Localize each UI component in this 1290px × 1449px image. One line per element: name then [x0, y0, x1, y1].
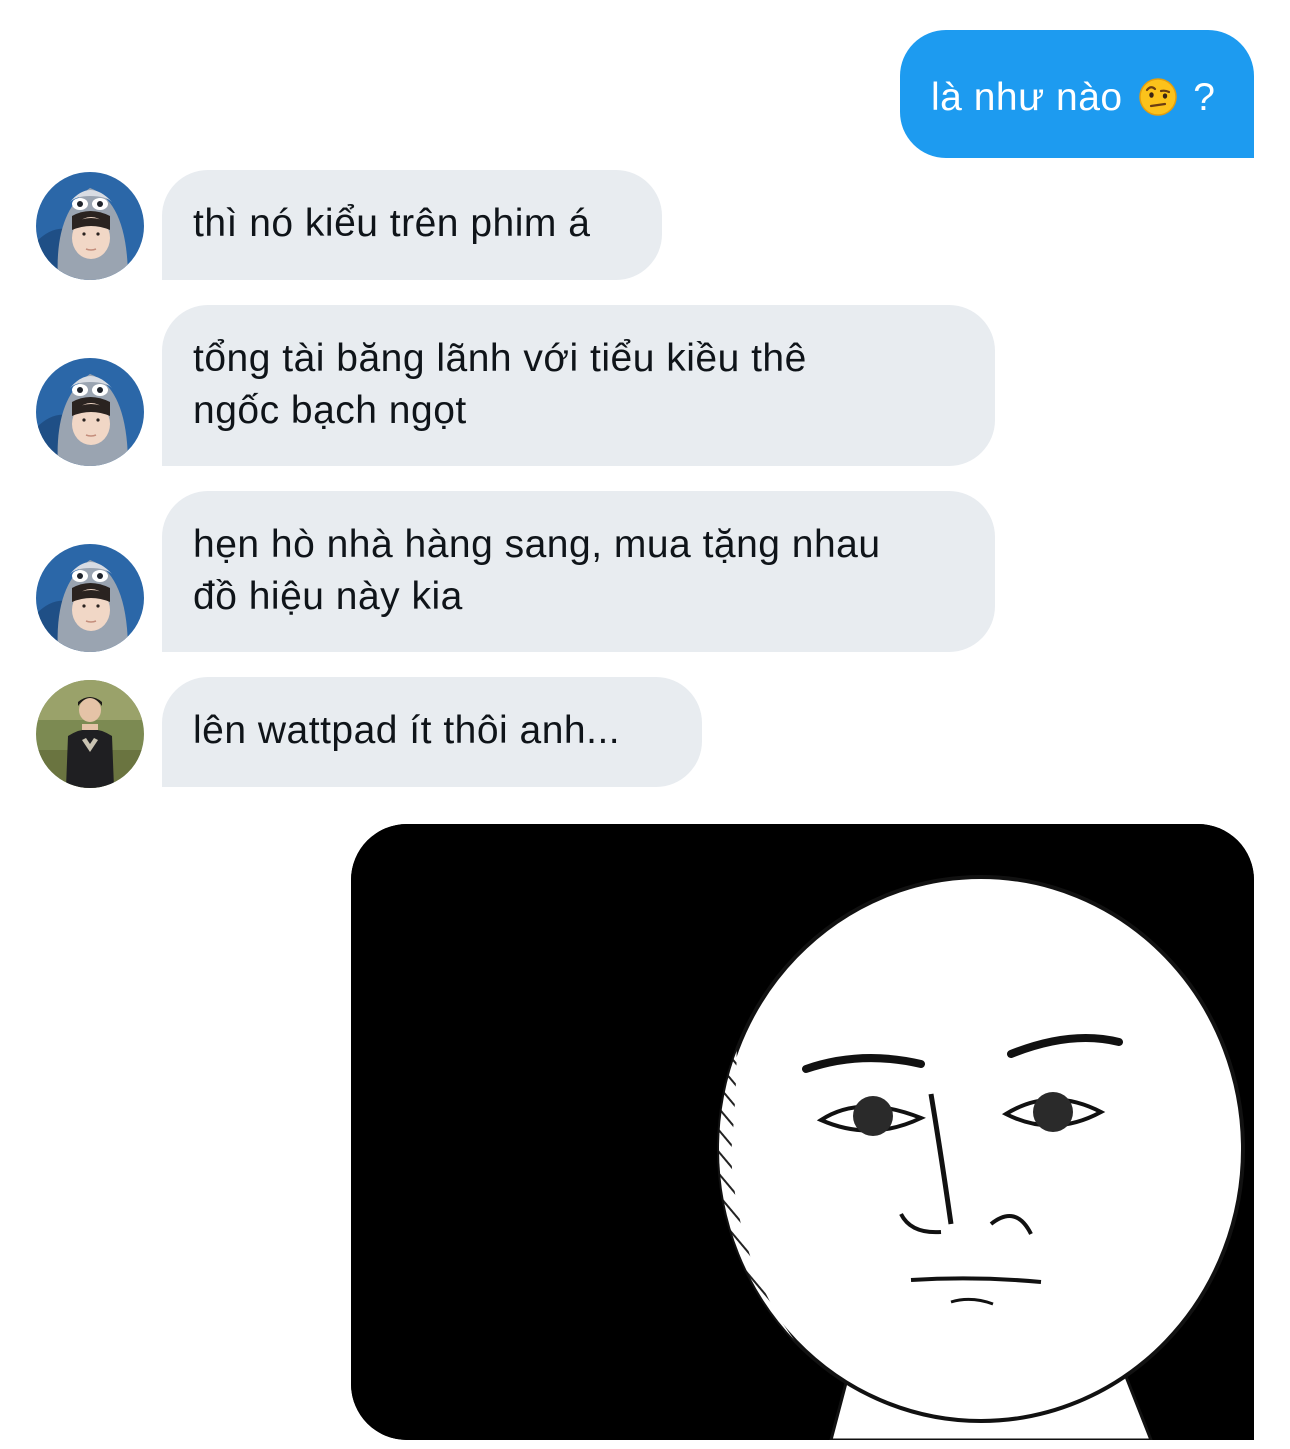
meme-face-icon	[351, 824, 1254, 1440]
message-line: tổng tài băng lãnh với tiểu kiều thê	[193, 337, 807, 380]
message-line: đồ hiệu này kia	[193, 575, 463, 618]
avatar-hood-user[interactable]	[36, 544, 144, 652]
received-message-bubble[interactable]: tổng tài băng lãnh với tiểu kiều thê ngố…	[162, 305, 995, 466]
message-line: hẹn hò nhà hàng sang, mua tặng nhau	[193, 523, 881, 566]
face-with-raised-eyebrow-emoji-icon	[1138, 77, 1178, 131]
message-line: thì nó kiểu trên phim á	[193, 202, 591, 245]
avatar-hood-user[interactable]	[36, 172, 144, 280]
received-message-bubble[interactable]: hẹn hò nhà hàng sang, mua tặng nhau đồ h…	[162, 491, 995, 652]
message-line: lên wattpad ít thôi anh...	[193, 709, 621, 752]
received-message-bubble[interactable]: lên wattpad ít thôi anh...	[162, 677, 702, 787]
message-line: ngốc bạch ngọt	[193, 389, 467, 432]
received-message-bubble[interactable]: thì nó kiểu trên phim á	[162, 170, 662, 280]
avatar-hood-user[interactable]	[36, 358, 144, 466]
sent-message-text: là như nào	[931, 76, 1123, 119]
sent-message-bubble[interactable]: là như nào ?	[900, 30, 1254, 158]
meme-face-sticker[interactable]	[351, 824, 1254, 1440]
sent-message-question-mark: ?	[1193, 76, 1216, 119]
avatar-jersey-user[interactable]	[36, 680, 144, 788]
